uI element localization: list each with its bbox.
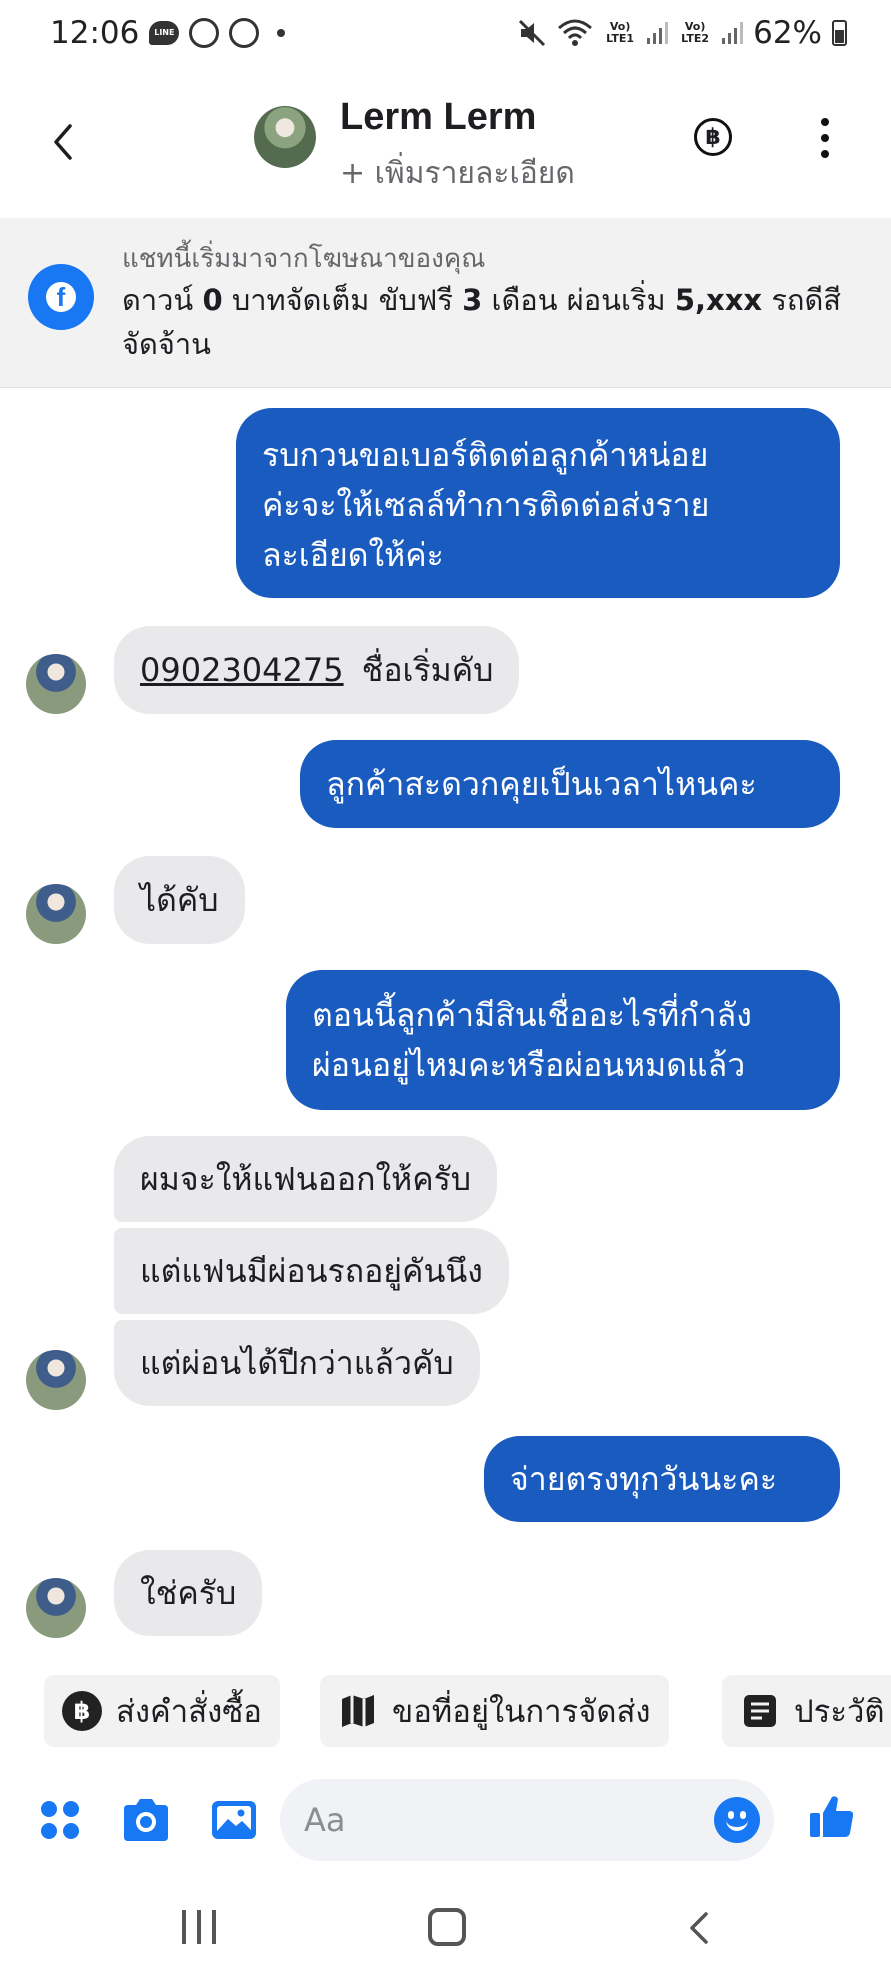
- quick-reply-request-address[interactable]: ขอที่อยู่ในการจัดส่ง: [320, 1675, 669, 1747]
- quick-reply-label: ประวัติ: [794, 1694, 885, 1730]
- message-text: แต่ผ่อนได้ปีกว่าแล้วคับ: [140, 1344, 454, 1382]
- quick-reply-label: ขอที่อยู่ในการจัดส่ง: [392, 1694, 651, 1730]
- quick-replies-row: ฿ ส่งคำสั่งซื้อ ขอที่อยู่ในการจัดส่ง ประ…: [0, 1675, 891, 1751]
- message-composer: Aa: [0, 1775, 891, 1865]
- notification-icon-2: [229, 18, 260, 48]
- message-bubble-incoming[interactable]: ได้คับ: [114, 856, 245, 944]
- like-thumb-icon[interactable]: [806, 1791, 858, 1841]
- baht-payment-icon[interactable]: ฿: [694, 118, 732, 156]
- document-icon: [744, 1695, 776, 1727]
- message-text: ชื่อเริ่มคับ: [361, 651, 494, 689]
- sim1-label: Vo) LTE1: [606, 20, 635, 45]
- quick-reply-label: ส่งคำสั่งซื้อ: [116, 1694, 262, 1730]
- message-bubble-outgoing[interactable]: รบกวนขอเบอร์ติดต่อลูกค้าหน่อย ค่ะจะให้เซ…: [236, 408, 840, 598]
- status-left: 12:06 LINE: [50, 15, 286, 51]
- signal-icon-2: [722, 22, 744, 44]
- gallery-icon[interactable]: [208, 1795, 260, 1845]
- battery-icon: [832, 20, 847, 46]
- add-details-link[interactable]: + เพิ่มรายละเอียด: [340, 150, 575, 197]
- message-text: ผมจะให้แฟนออกให้ครับ: [140, 1160, 472, 1198]
- recent-apps-icon[interactable]: [182, 1910, 216, 1944]
- sim2-label: Vo) LTE2: [681, 20, 710, 45]
- message-text: ผ่อนอยู่ไหมคะหรือผ่อนหมดแล้ว: [312, 1046, 746, 1084]
- back-arrow-icon[interactable]: [46, 120, 80, 164]
- message-bubble-incoming[interactable]: 0902304275 ชื่อเริ่มคับ: [114, 626, 520, 714]
- message-bubble-incoming[interactable]: แต่แฟนมีผ่อนรถอยู่คันนึง: [114, 1228, 509, 1314]
- message-bubble-incoming[interactable]: ผมจะให้แฟนออกให้ครับ: [114, 1136, 498, 1222]
- status-time: 12:06: [50, 15, 140, 51]
- message-text: ได้คับ: [140, 881, 219, 919]
- mute-icon: [519, 19, 546, 47]
- message-input[interactable]: Aa: [280, 1779, 774, 1861]
- message-text: จ่ายตรงทุกวันนะคะ: [510, 1460, 778, 1498]
- home-icon[interactable]: [428, 1908, 466, 1946]
- ad-origin-banner[interactable]: f แชทนี้เริ่มมาจากโฆษณาของคุณ ดาวน์ 0 บา…: [0, 218, 891, 388]
- camera-icon[interactable]: [120, 1795, 172, 1845]
- input-placeholder: Aa: [304, 1801, 346, 1839]
- status-right: Vo) LTE1 Vo) LTE2 62%: [517, 15, 847, 51]
- line-app-icon: LINE: [149, 21, 180, 45]
- ad-caption: แชทนี้เริ่มมาจากโฆษณาของคุณ: [122, 244, 486, 274]
- message-bubble-incoming[interactable]: แต่ผ่อนได้ปีกว่าแล้วคับ: [114, 1320, 480, 1406]
- contact-name[interactable]: Lerm Lerm: [340, 96, 536, 139]
- notification-icon: [189, 18, 220, 48]
- apps-menu-icon[interactable]: [34, 1795, 86, 1845]
- message-text: ลูกค้าสะดวกคุยเป็นเวลาไหนคะ: [326, 765, 757, 803]
- battery-percent: 62%: [753, 15, 822, 51]
- ad-headline: ดาวน์ 0 บาทจัดเต็ม ขับฟรี 3 เดือน ผ่อนเร…: [122, 283, 842, 361]
- phone-number-link[interactable]: 0902304275: [140, 645, 344, 695]
- message-text: ตอนนี้ลูกค้ามีสินเชื่ออะไรที่กำลัง: [312, 996, 752, 1034]
- baht-icon: ฿: [62, 1691, 102, 1731]
- message-text: แต่แฟนมีผ่อนรถอยู่คันนึง: [140, 1252, 483, 1290]
- more-notifications-dot: [277, 29, 286, 37]
- sender-avatar[interactable]: [26, 884, 86, 944]
- sender-avatar[interactable]: [26, 1350, 86, 1410]
- status-bar: 12:06 LINE Vo) LTE1 Vo) LTE2 62%: [0, 0, 891, 66]
- message-text: ใช่ครับ: [140, 1574, 237, 1612]
- message-bubble-outgoing[interactable]: ลูกค้าสะดวกคุยเป็นเวลาไหนคะ: [300, 740, 840, 828]
- map-icon: [342, 1695, 374, 1727]
- message-text: รบกวนขอเบอร์ติดต่อลูกค้าหน่อย: [262, 436, 709, 474]
- sender-avatar[interactable]: [26, 1578, 86, 1638]
- chat-header: Lerm Lerm + เพิ่มรายละเอียด ฿: [0, 66, 891, 216]
- wifi-icon: [558, 19, 593, 46]
- signal-icon-1: [647, 22, 669, 44]
- message-bubble-outgoing[interactable]: ตอนนี้ลูกค้ามีสินเชื่ออะไรที่กำลัง ผ่อนอ…: [286, 970, 840, 1110]
- system-navigation-bar: [0, 1880, 891, 1980]
- message-text: ละเอียดให้ค่ะ: [262, 536, 444, 574]
- sender-avatar[interactable]: [26, 654, 86, 714]
- more-options-icon[interactable]: [812, 114, 838, 162]
- message-text: ค่ะจะให้เซลล์ทำการติดต่อส่งราย: [262, 486, 710, 524]
- quick-reply-history[interactable]: ประวัติ: [722, 1675, 891, 1747]
- system-back-icon[interactable]: [684, 1910, 714, 1946]
- contact-avatar[interactable]: [254, 106, 316, 168]
- message-bubble-incoming[interactable]: ใช่ครับ: [114, 1550, 263, 1636]
- facebook-icon: f: [28, 264, 94, 330]
- quick-reply-send-order[interactable]: ฿ ส่งคำสั่งซื้อ: [44, 1675, 280, 1747]
- message-bubble-outgoing[interactable]: จ่ายตรงทุกวันนะคะ: [484, 1436, 840, 1522]
- emoji-icon[interactable]: [714, 1797, 760, 1843]
